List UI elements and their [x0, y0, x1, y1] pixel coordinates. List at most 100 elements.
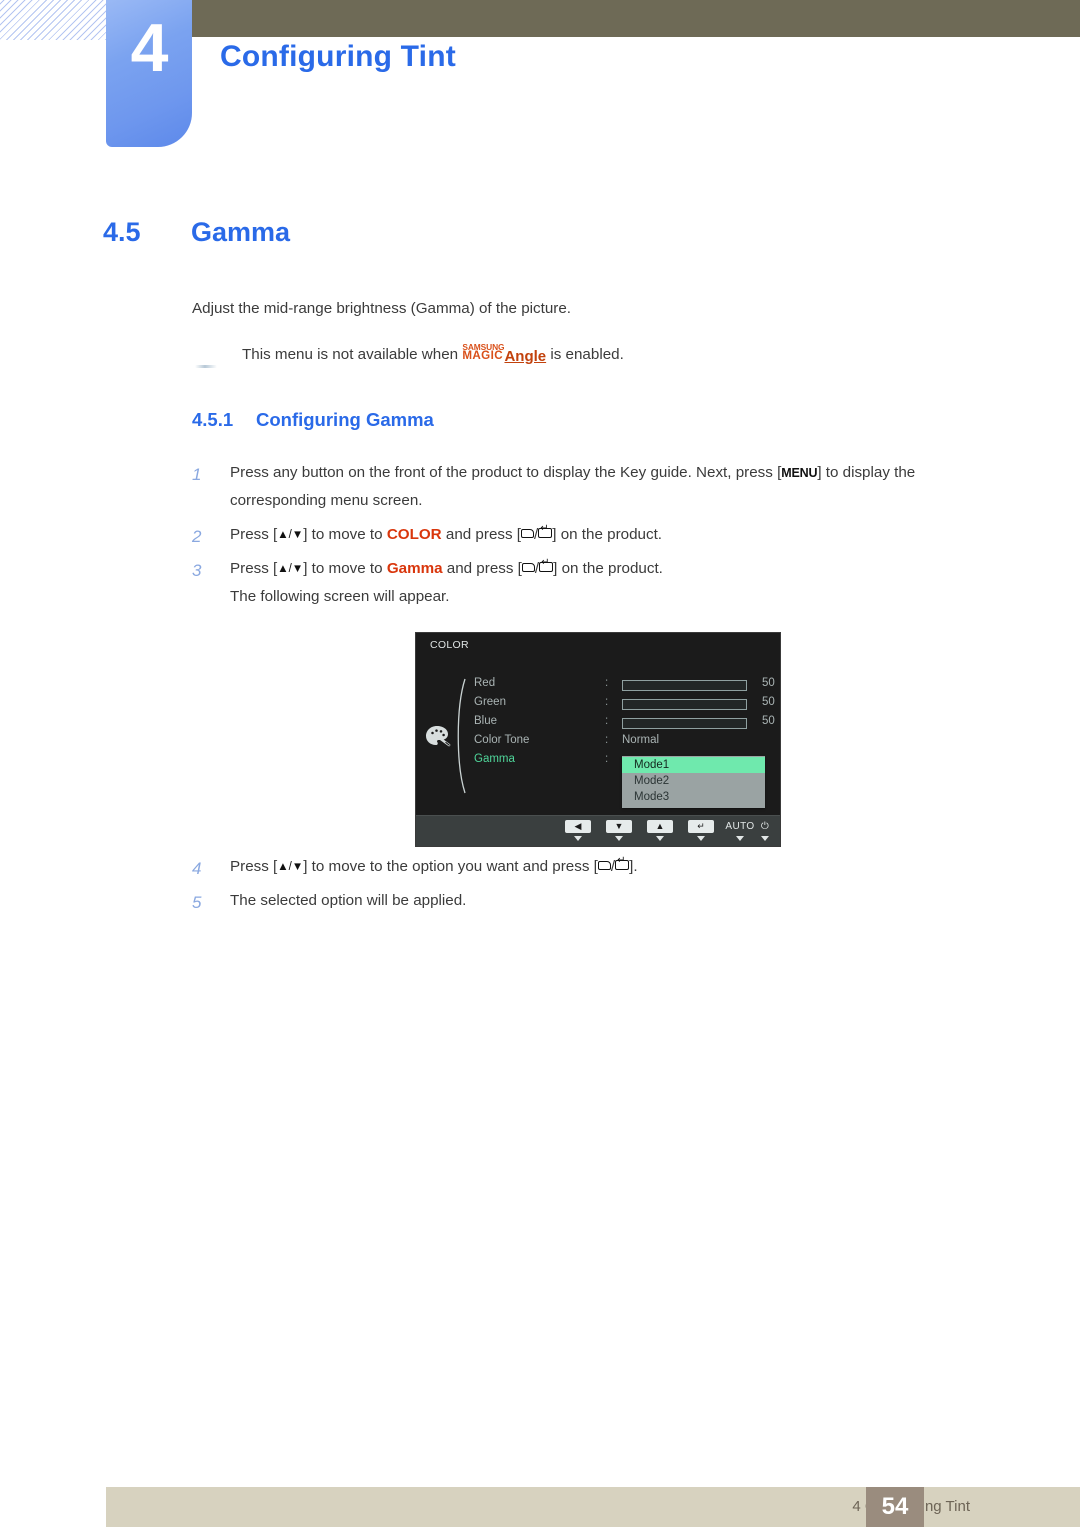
note-prefix: This menu is not available when: [242, 345, 463, 363]
chapter-number: 4: [130, 10, 169, 86]
osd-value-red: 50: [762, 677, 775, 689]
step-2-part-d: ] on the product.: [552, 526, 663, 544]
osd-menu-curve-decoration: [457, 678, 466, 794]
osd-down-key[interactable]: ▼: [602, 820, 636, 841]
osd-slider-blue[interactable]: [622, 718, 747, 729]
step-4-part-a: Press [: [230, 858, 278, 876]
osd-option-mode3[interactable]: Mode3: [622, 789, 765, 805]
step-4-part-b: ] to move to the option you want and pre…: [303, 858, 598, 876]
enter-key-icon: [539, 554, 554, 582]
up-down-arrows-icon: ▲/▼: [277, 563, 304, 576]
osd-power-key[interactable]: ⏻: [752, 820, 778, 841]
color-palette-icon: [426, 726, 451, 747]
chapter-title: Configuring Tint: [220, 40, 456, 73]
section-heading: 4.5 Gamma: [103, 217, 290, 248]
osd-option-mode1[interactable]: Mode1: [622, 757, 765, 773]
osd-value-blue: 50: [762, 715, 775, 727]
note-bullet-dash: [195, 365, 217, 368]
step-4-index: 4: [192, 859, 202, 878]
chapter-tab: 4: [106, 0, 192, 147]
osd-colon: :: [605, 734, 609, 746]
note-suffix: is enabled.: [546, 345, 624, 363]
step-3: 3 Press [▲/▼] to move to Gamma and press…: [192, 555, 1012, 611]
step-5-index: 5: [192, 893, 202, 912]
intro-paragraph: Adjust the mid-range brightness (Gamma) …: [192, 300, 572, 317]
header-bar: [192, 0, 1080, 37]
step-4-part-d: ].: [629, 858, 638, 876]
key-pointer-triangle: [615, 836, 623, 841]
enter-key-icon: [538, 520, 553, 548]
osd-label-red: Red: [474, 677, 496, 689]
osd-colon: :: [605, 715, 609, 727]
subsection-heading: 4.5.1 Configuring Gamma: [192, 409, 434, 431]
step-2-part-b: ] to move to: [303, 526, 387, 544]
osd-row-color-tone[interactable]: Color Tone : Normal: [474, 734, 774, 753]
step-2-part-c: and press [: [441, 526, 522, 544]
key-pointer-triangle: [656, 836, 664, 841]
down-arrow-icon: ▼: [614, 821, 624, 831]
step-1: 1 Press any button on the front of the p…: [192, 459, 1012, 515]
osd-value-color-tone: Normal: [622, 734, 660, 746]
osd-label-color-tone: Color Tone: [474, 734, 530, 746]
step-3-part-c: and press [: [442, 560, 522, 578]
subsection-title: Configuring Gamma: [256, 409, 434, 430]
osd-row-blue[interactable]: Blue : 50: [474, 715, 775, 734]
step-3-index: 3: [192, 561, 202, 580]
logo-angle-text: Angle: [504, 347, 547, 365]
osd-menu-title: COLOR: [430, 639, 469, 651]
power-icon: ⏻: [760, 821, 770, 832]
osd-colon: :: [605, 677, 609, 689]
osd-left-key[interactable]: ◀: [561, 820, 595, 841]
osd-up-key[interactable]: ▲: [643, 820, 677, 841]
source-key-icon: [521, 554, 535, 582]
osd-label-gamma: Gamma: [474, 753, 515, 765]
step-3-part-b: ] to move to: [303, 560, 387, 578]
samsung-magic-angle-logo: SAMSUNG MAGIC Angle: [462, 343, 547, 365]
decorative-hatch-pattern: [0, 0, 106, 40]
osd-option-mode2[interactable]: Mode2: [622, 773, 765, 789]
step-2: 2 Press [▲/▼] to move to COLOR and press…: [192, 521, 1012, 549]
osd-value-green: 50: [762, 696, 775, 708]
step-1-part-a: Press any button on the front of the pro…: [230, 464, 782, 481]
note-text: This menu is not available when SAMSUNG M…: [242, 343, 624, 365]
step-4: 4 Press [▲/▼] to move to the option you …: [192, 853, 1012, 881]
step-2-part-a: Press [: [230, 526, 278, 544]
step-1-index: 1: [192, 465, 202, 484]
step-4-text: Press [▲/▼] to move to the option you wa…: [230, 853, 1012, 881]
menu-key-label: MENU: [781, 466, 818, 480]
osd-row-red[interactable]: Red : 50: [474, 677, 775, 696]
osd-colon: :: [605, 753, 609, 765]
osd-label-green: Green: [474, 696, 506, 708]
osd-label-blue: Blue: [474, 715, 498, 727]
step-3-followup: The following screen will appear.: [230, 588, 450, 606]
section-number: 4.5: [103, 217, 141, 247]
source-key-icon: [521, 520, 535, 548]
magic-stack: SAMSUNG MAGIC: [462, 343, 504, 362]
step-5: 5 The selected option will be applied.: [192, 887, 1012, 915]
left-arrow-icon: ◀: [574, 821, 582, 831]
footer-page-number: 54: [881, 1493, 909, 1520]
osd-key-guide-bar: ◀ ▼ ▲ ↵ AUTO ⏻: [416, 815, 780, 846]
key-pointer-triangle: [574, 836, 582, 841]
footer-page-box: 54: [866, 1487, 924, 1527]
up-arrow-icon: ▲: [655, 821, 665, 831]
footer-bar: 4 Configuring Tint: [106, 1487, 1080, 1527]
osd-slider-green[interactable]: [622, 699, 747, 710]
enter-key-icon: [615, 852, 630, 880]
key-pointer-triangle: [761, 836, 769, 841]
step-2-text: Press [▲/▼] to move to COLOR and press […: [230, 521, 1012, 549]
key-pointer-triangle: [697, 836, 705, 841]
up-down-arrows-icon: ▲/▼: [277, 861, 304, 874]
subsection-number: 4.5.1: [192, 409, 234, 430]
up-down-arrows-icon: ▲/▼: [277, 529, 304, 542]
step-3-part-d: ] on the product.: [553, 560, 663, 578]
osd-slider-red[interactable]: [622, 680, 747, 691]
enter-arrow-icon: ↵: [697, 821, 705, 831]
osd-gamma-dropdown[interactable]: Mode1 Mode2 Mode3: [622, 756, 765, 808]
logo-magic-text: MAGIC: [462, 348, 503, 362]
step-5-text: The selected option will be applied.: [230, 892, 467, 909]
source-key-icon: [597, 852, 611, 880]
osd-enter-key[interactable]: ↵: [684, 820, 718, 841]
osd-row-green[interactable]: Green : 50: [474, 696, 775, 715]
osd-screenshot: COLOR Red : 50 Green : 50 Blue : 50 Colo…: [415, 632, 781, 847]
